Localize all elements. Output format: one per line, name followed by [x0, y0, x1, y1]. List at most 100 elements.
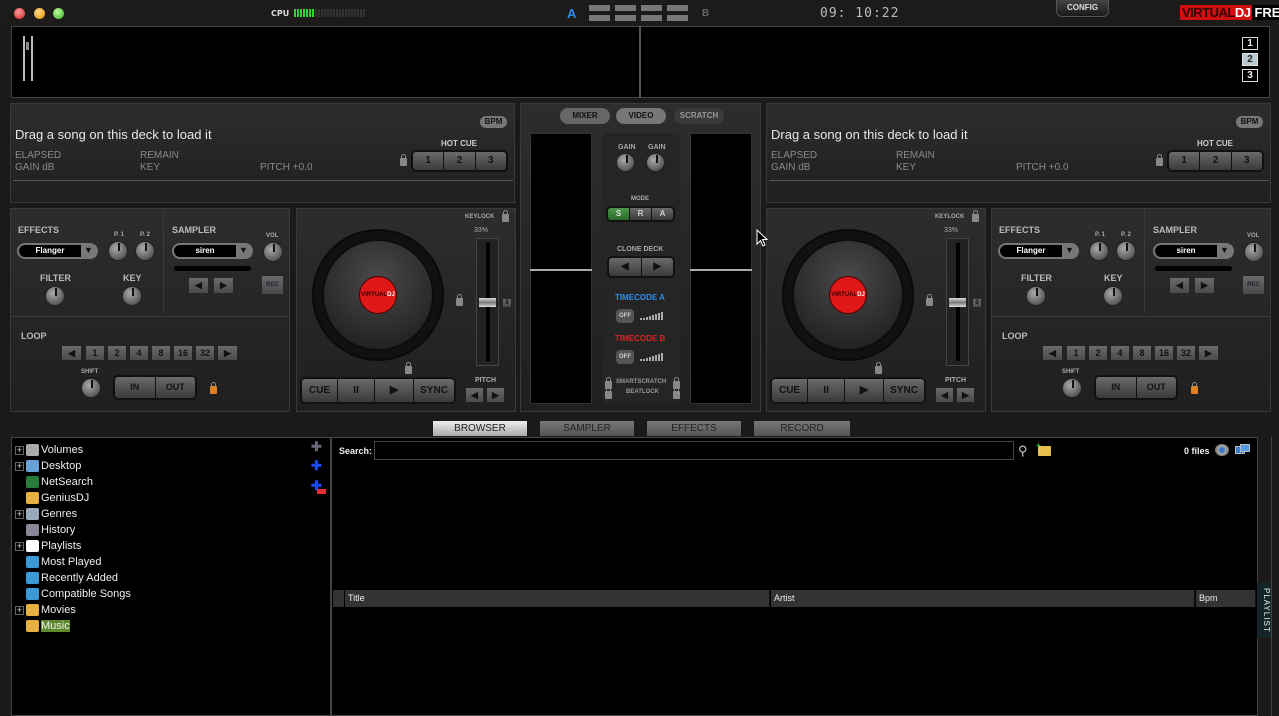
left-pause-button[interactable]: II — [338, 379, 376, 402]
left-pitch-down-button[interactable]: ◀ — [466, 388, 483, 402]
expand-icon[interactable]: + — [15, 445, 24, 455]
tree-item-genres[interactable]: + Genres — [15, 506, 77, 522]
right-loop-double-button[interactable]: ▶ — [1199, 346, 1218, 360]
right-sampler-play-button[interactable]: ▶ — [1195, 278, 1214, 293]
right-key-knob[interactable] — [1103, 286, 1123, 306]
scratch-tab[interactable]: SCRATCH — [674, 108, 724, 124]
crossfader-button[interactable] — [641, 5, 662, 11]
search-input[interactable] — [374, 441, 1014, 460]
column-artist[interactable]: Artist — [771, 590, 1195, 607]
right-pitch-reset-button[interactable]: 0 — [973, 299, 981, 307]
expand-icon[interactable]: + — [15, 461, 24, 471]
left-sampler-vol-knob[interactable] — [263, 242, 283, 262]
video-tab[interactable]: VIDEO — [616, 108, 666, 124]
left-hot-cue-2-button[interactable]: 2 — [444, 152, 476, 170]
gain-left-knob[interactable] — [616, 153, 635, 172]
right-jog-wheel[interactable]: VIRTUALDJ — [782, 229, 914, 361]
minimize-window-button[interactable] — [34, 8, 45, 19]
right-sampler-rec-button[interactable]: REC — [1243, 276, 1264, 294]
tree-item-volumes[interactable]: + Volumes — [15, 442, 83, 458]
timecode-b-off-button[interactable]: OFF — [616, 350, 634, 364]
add-favorite-folder-icon[interactable]: ✚ — [311, 440, 325, 455]
right-filter-knob[interactable] — [1026, 286, 1046, 306]
right-loop-4-button[interactable]: 4 — [1111, 346, 1129, 360]
playlist-side-tab[interactable]: PLAYLIST — [1257, 583, 1271, 638]
tree-item-music[interactable]: Music — [15, 618, 70, 634]
right-loop-32-button[interactable]: 32 — [1177, 346, 1195, 360]
right-hot-cue-2-button[interactable]: 2 — [1200, 152, 1232, 170]
left-keylock-icon[interactable] — [502, 210, 509, 222]
mode-s-button[interactable]: S — [608, 208, 630, 220]
right-p1-knob[interactable] — [1089, 241, 1109, 261]
right-transport-lock-icon[interactable] — [875, 362, 882, 374]
beatlock-lock-right-icon[interactable] — [673, 387, 680, 399]
network-icon[interactable] — [1235, 444, 1250, 456]
video-screen-2-button[interactable]: 2 — [1242, 53, 1258, 66]
left-pitch-reset-button[interactable]: 0 — [503, 299, 511, 307]
right-pitch-slider-thumb[interactable] — [949, 298, 966, 307]
right-loop-in-button[interactable]: IN — [1096, 377, 1137, 398]
right-pitch-slider[interactable] — [946, 238, 969, 366]
crossfader-button[interactable] — [667, 5, 688, 11]
tree-item-compatible-songs[interactable]: Compatible Songs — [15, 586, 131, 602]
crossfader-button[interactable] — [589, 5, 610, 11]
tab-effects[interactable]: EFFECTS — [647, 421, 741, 436]
left-loop-1-button[interactable]: 1 — [86, 346, 104, 360]
gain-right-knob[interactable] — [646, 153, 665, 172]
crossfader-button[interactable] — [667, 15, 688, 21]
right-pause-button[interactable]: II — [808, 379, 846, 402]
left-sample-select[interactable]: siren ▼ — [172, 243, 253, 259]
right-loop-lock-icon[interactable] — [1191, 382, 1198, 394]
right-pitch-up-button[interactable]: ▶ — [957, 388, 974, 402]
tree-item-netsearch[interactable]: NetSearch — [15, 474, 93, 490]
left-loop-32-button[interactable]: 32 — [196, 346, 214, 360]
right-hot-cue-1-button[interactable]: 1 — [1169, 152, 1201, 170]
left-loop-4-button[interactable]: 4 — [130, 346, 148, 360]
video-screen-1-button[interactable]: 1 — [1242, 37, 1258, 50]
left-sampler-play-button[interactable]: ▶ — [214, 278, 233, 293]
right-loop-16-button[interactable]: 16 — [1155, 346, 1173, 360]
right-keylock-icon[interactable] — [972, 210, 979, 222]
left-pitch-up-button[interactable]: ▶ — [487, 388, 504, 402]
right-sync-button[interactable]: SYNC — [884, 379, 924, 402]
left-pitch-slider[interactable] — [476, 238, 499, 366]
left-loop-2-button[interactable]: 2 — [108, 346, 126, 360]
left-key-knob[interactable] — [122, 286, 142, 306]
right-loop-2-button[interactable]: 2 — [1089, 346, 1107, 360]
tree-item-history[interactable]: History — [15, 522, 75, 538]
expand-icon[interactable]: + — [15, 509, 24, 519]
left-p1-knob[interactable] — [108, 241, 128, 261]
left-loop-16-button[interactable]: 16 — [174, 346, 192, 360]
left-loop-double-button[interactable]: ▶ — [218, 346, 237, 360]
video-screen-3-button[interactable]: 3 — [1242, 69, 1258, 82]
config-button[interactable]: CONFIG — [1056, 0, 1109, 17]
left-jog-wheel[interactable]: VIRTUALDJ — [312, 229, 444, 361]
left-loop-half-button[interactable]: ◀ — [62, 346, 81, 360]
crossfader-button[interactable] — [615, 5, 636, 11]
left-play-button[interactable]: ▶ — [375, 379, 415, 402]
left-hot-cue-3-button[interactable]: 3 — [475, 152, 506, 170]
left-p2-knob[interactable] — [135, 241, 155, 261]
left-sync-button[interactable]: SYNC — [414, 379, 454, 402]
crossfader-button[interactable] — [641, 15, 662, 21]
view-options-icon[interactable] — [1215, 444, 1229, 456]
left-cue-button[interactable]: CUE — [302, 379, 339, 402]
left-loop-8-button[interactable]: 8 — [152, 346, 170, 360]
column-handle[interactable] — [333, 590, 344, 607]
left-bpm-button[interactable]: BPM — [480, 116, 507, 128]
right-loop-1-button[interactable]: 1 — [1067, 346, 1085, 360]
left-transport-lock-icon[interactable] — [405, 362, 412, 374]
right-hot-cue-lock-icon[interactable] — [1156, 154, 1163, 166]
right-hot-cue-3-button[interactable]: 3 — [1231, 152, 1262, 170]
left-effect-select[interactable]: Flanger ▼ — [17, 243, 98, 259]
crossfader-button[interactable] — [589, 15, 610, 21]
add-filter-folder-icon[interactable]: ✚ — [311, 459, 325, 474]
column-title[interactable]: Title — [345, 590, 770, 607]
left-sampler-rec-button[interactable]: REC — [262, 276, 283, 294]
right-sample-select[interactable]: siren ▼ — [1153, 243, 1234, 259]
tree-item-desktop[interactable]: + Desktop — [15, 458, 81, 474]
left-loop-in-button[interactable]: IN — [115, 377, 156, 398]
expand-icon[interactable]: + — [15, 605, 24, 615]
left-shift-knob[interactable] — [81, 378, 101, 398]
left-pitch-slider-thumb[interactable] — [479, 298, 496, 307]
